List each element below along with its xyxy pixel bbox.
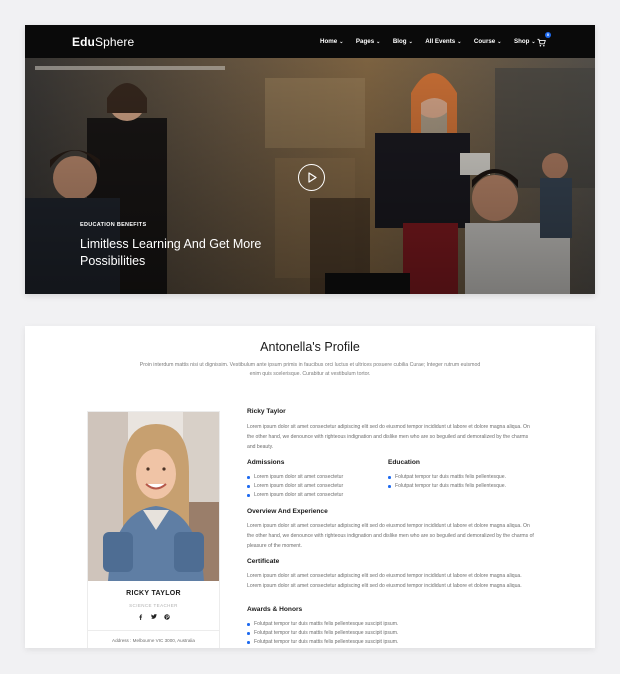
play-video-button[interactable]	[298, 164, 325, 191]
overview-text: Lorem ipsum dolor sit amet consectetur a…	[247, 523, 534, 549]
main-menu: Home ⌄ Pages ⌄ Blog ⌄ All Events ⌄ Course ⌄ S…	[320, 25, 548, 58]
certificate-text: Lorem ipsum dolor sit amet consectetur a…	[247, 573, 522, 589]
nav-label: Pages	[355, 38, 375, 45]
teacher-name: RICKY TAYLOR	[126, 590, 181, 597]
profile-intro: Proin interdum mattis nisi ut dignissim.…	[139, 362, 481, 377]
card-divider	[88, 630, 219, 631]
nav-item-blog[interactable]: Blog ⌄	[393, 38, 413, 45]
list-item: Lorem ipsum dolor sit amet consectetur	[247, 482, 343, 491]
nav-label: All Events	[425, 38, 456, 45]
nav-label: Home	[320, 38, 338, 45]
cart-icon	[537, 38, 546, 47]
teacher-role: SCIENCE TEACHER	[129, 603, 178, 608]
logo-light: Sphere	[94, 34, 135, 49]
overview-heading: Overview And Experience	[247, 508, 328, 515]
education-heading: Education	[388, 459, 420, 466]
top-nav: EduSphere Home ⌄ Pages ⌄ Blog ⌄ All Events ⌄…	[25, 25, 595, 58]
chevron-down-icon: ⌄	[339, 38, 344, 45]
teacher-card: RICKY TAYLOR SCIENCE TEACHER	[87, 411, 220, 648]
nav-label: Blog	[392, 38, 407, 45]
cart-button[interactable]: 0	[537, 32, 551, 48]
chevron-down-icon: ⌄	[457, 38, 462, 45]
nav-item-home[interactable]: Home ⌄	[320, 38, 343, 45]
nav-item-shop[interactable]: Shop ⌄	[514, 38, 536, 45]
profile-title: Antonella's Profile	[260, 340, 360, 354]
nav-label: Shop	[513, 38, 530, 45]
cart-count-badge: 0	[545, 32, 551, 38]
hero-eyebrow: EDUCATION BENEFITS	[80, 222, 147, 228]
facebook-icon[interactable]	[137, 613, 144, 620]
hero-banner: EduSphere Home ⌄ Pages ⌄ Blog ⌄ All Events ⌄…	[25, 25, 595, 294]
chevron-down-icon: ⌄	[376, 38, 381, 45]
list-item: Folutpat tempor tur duis mattis felis pe…	[388, 482, 506, 491]
play-icon	[307, 172, 317, 183]
chevron-down-icon: ⌄	[531, 38, 536, 45]
twitter-icon[interactable]	[150, 613, 157, 620]
list-item: Folutpat tempor tur duis mattis felis pe…	[388, 473, 506, 482]
nav-item-all-events[interactable]: All Events ⌄	[425, 38, 461, 45]
list-item: Folutpat tempor tur duis mattis felis pe…	[247, 620, 398, 629]
awards-heading: Awards & Honors	[247, 606, 303, 613]
list-item: Lorem ipsum dolor sit amet consectetur	[247, 491, 343, 500]
social-links	[88, 613, 219, 620]
logo[interactable]: EduSphere	[72, 35, 134, 49]
admissions-list: Lorem ipsum dolor sit amet consectetur L…	[247, 473, 343, 500]
about-heading: Ricky Taylor	[247, 408, 286, 415]
pinterest-icon[interactable]	[163, 613, 170, 620]
chevron-down-icon: ⌄	[408, 38, 413, 45]
list-item: Folutpat tempor tur duis mattis felis pe…	[247, 629, 398, 638]
teacher-address: Address : Melbourne VIC 3000, Australia	[112, 638, 195, 643]
nav-item-course[interactable]: Course ⌄	[474, 38, 502, 45]
certificate-heading: Certificate	[247, 558, 280, 565]
nav-item-pages[interactable]: Pages ⌄	[356, 38, 380, 45]
awards-list: Folutpat tempor tur duis mattis felis pe…	[247, 620, 398, 647]
logo-bold: Edu	[72, 34, 95, 49]
profile-section: Antonella's Profile Proin interdum matti…	[25, 326, 595, 648]
teacher-photo	[88, 412, 219, 581]
hero-title: Limitless Learning And Get More Possibil…	[80, 237, 262, 268]
nav-label: Course	[473, 38, 496, 45]
about-text: Lorem ipsum dolor sit amet consectetur a…	[247, 424, 530, 450]
admissions-heading: Admissions	[247, 459, 285, 466]
list-item: Folutpat tempor tur duis mattis felis pe…	[247, 638, 398, 647]
list-item: Lorem ipsum dolor sit amet consectetur	[247, 473, 343, 482]
chevron-down-icon: ⌄	[497, 38, 502, 45]
education-list: Folutpat tempor tur duis mattis felis pe…	[388, 473, 506, 491]
